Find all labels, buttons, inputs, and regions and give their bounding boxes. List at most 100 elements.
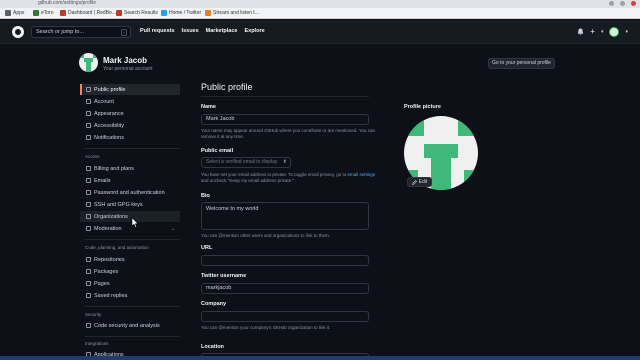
twitter-field[interactable]: markjacob: [201, 283, 369, 294]
chevron-down-icon[interactable]: ▾: [601, 29, 604, 35]
company-note: You can @mention your company's GitHub o…: [201, 325, 331, 330]
nav-marketplace[interactable]: Marketplace: [206, 28, 238, 34]
search-input[interactable]: Search or jump to... /: [31, 26, 131, 38]
mouse-cursor-icon: [131, 217, 139, 228]
sidebar-divider: [85, 336, 180, 337]
sidebar-item-password[interactable]: Password and authentication: [80, 187, 180, 198]
sidebar-item-code-security[interactable]: Code security and analysis: [80, 320, 180, 331]
select-arrows-icon: ⬍: [282, 159, 287, 165]
name-field[interactable]: Mark Jacob: [201, 114, 369, 125]
nav-pull-requests[interactable]: Pull requests: [140, 28, 175, 34]
search-placeholder: Search or jump to...: [36, 29, 84, 35]
public-email-label: Public email: [201, 148, 234, 154]
twitter-icon: [161, 10, 167, 16]
bookmark-etoro[interactable]: eToro: [33, 10, 54, 16]
sidebar-item-organizations[interactable]: Organizations: [80, 211, 180, 222]
browser-icon: [86, 281, 91, 286]
redbubble-icon: [60, 10, 66, 16]
bell-icon: [86, 135, 91, 140]
bio-label: Bio: [201, 193, 210, 199]
sidebar-item-account[interactable]: Account: [80, 96, 180, 107]
header-actions: + ▾ ▾: [577, 27, 628, 37]
bio-note: You can @mention other users and organiz…: [201, 233, 330, 238]
email-note: You have set your email address to priva…: [201, 172, 376, 183]
person-icon: [86, 87, 91, 92]
sidebar-item-packages[interactable]: Packages: [80, 266, 180, 277]
sidebar-item-saved-replies[interactable]: Saved replies: [80, 290, 180, 301]
pencil-icon: [411, 179, 417, 185]
browser-profile-icon[interactable]: [631, 1, 636, 6]
bookmark-stream[interactable]: Stream and listen t...: [205, 10, 259, 16]
sidebar-heading-integrations: Integrations: [85, 341, 109, 346]
credit-card-icon: [86, 166, 91, 171]
url-label: URL: [201, 245, 213, 251]
chevron-down-icon[interactable]: ▾: [625, 29, 628, 35]
sidebar-item-emails[interactable]: Emails: [80, 175, 180, 186]
reply-icon: [86, 293, 91, 298]
company-field[interactable]: [201, 311, 369, 322]
go-to-profile-button[interactable]: Go to your personal profile: [488, 58, 555, 69]
public-email-select[interactable]: Select a verified email to display ⬍: [201, 157, 291, 168]
bookmark-apps[interactable]: Apps: [5, 10, 24, 16]
avatar: [79, 53, 98, 72]
sidebar-divider: [85, 239, 180, 240]
soundcloud-icon: [205, 10, 211, 16]
name-label: Name: [201, 104, 216, 110]
os-taskbar: [0, 356, 640, 360]
mail-icon: [86, 178, 91, 183]
gear-icon: [86, 99, 91, 104]
sidebar-item-appearance[interactable]: Appearance: [80, 108, 180, 119]
sidebar-item-pages[interactable]: Pages: [80, 278, 180, 289]
nav-explore[interactable]: Explore: [244, 28, 264, 34]
bookmark-twitter[interactable]: Home / Twitter: [161, 10, 201, 16]
location-label: Location: [201, 344, 224, 350]
avatar[interactable]: [609, 27, 620, 37]
profile-name[interactable]: Mark Jacob: [103, 56, 147, 65]
email-settings-link[interactable]: email settings: [348, 172, 376, 177]
extension-icon[interactable]: [620, 1, 625, 6]
company-label: Company: [201, 301, 227, 307]
github-header: Search or jump to... / Pull requests Iss…: [0, 20, 640, 44]
nav-issues[interactable]: Issues: [182, 28, 199, 34]
sidebar-item-public-profile[interactable]: Public profile: [80, 84, 180, 95]
bio-textarea[interactable]: Welcome to my world: [201, 202, 369, 230]
plus-icon[interactable]: +: [590, 28, 595, 36]
shield-lock-icon: [86, 190, 91, 195]
slash-key-icon: /: [121, 29, 127, 36]
sidebar-item-billing[interactable]: Billing and plans: [80, 163, 180, 174]
edit-picture-button[interactable]: Edit: [407, 177, 432, 187]
browser-tab-bar: github.com/settings/profile: [0, 0, 640, 8]
address-bar[interactable]: github.com/settings/profile: [38, 0, 96, 6]
sidebar-item-notifications[interactable]: Notifications: [80, 132, 180, 143]
etoro-icon: [33, 10, 39, 16]
codescan-icon: [86, 323, 91, 328]
chevron-down-icon: ⌄: [170, 225, 175, 232]
public-email-placeholder: Select a verified email to display: [206, 159, 278, 165]
report-icon: [86, 226, 91, 231]
sidebar-item-repositories[interactable]: Repositories: [80, 254, 180, 265]
organization-icon: [86, 214, 91, 219]
github-logo-icon[interactable]: [12, 26, 24, 38]
extension-icon[interactable]: [609, 1, 614, 6]
name-note: Your name may appear around GitHub where…: [201, 128, 375, 139]
bookmarks-bar: Apps eToro Dashboard | RedBo... Search R…: [0, 8, 640, 19]
bookmark-dashboard[interactable]: Dashboard | RedBo...: [60, 10, 116, 16]
sidebar-item-moderation[interactable]: Moderation ⌄: [80, 223, 180, 234]
apps-grid-icon: [5, 10, 11, 16]
url-field[interactable]: [201, 255, 369, 266]
profile-subtitle: Your personal account: [103, 66, 153, 72]
sidebar-item-ssh-keys[interactable]: SSH and GPG keys: [80, 199, 180, 210]
browser-controls: [609, 1, 636, 6]
accessibility-icon: [86, 123, 91, 128]
sidebar-heading-code: Code, planning, and automation: [85, 245, 149, 250]
profile-picture-label: Profile picture: [404, 104, 441, 110]
sidebar-heading-security: Security: [85, 312, 102, 317]
sidebar-item-accessibility[interactable]: Accessibility: [80, 120, 180, 131]
sidebar-heading-access: Access: [85, 154, 100, 159]
bookmark-search-results[interactable]: Search Results: [116, 10, 158, 16]
search-results-icon: [116, 10, 122, 16]
bell-icon[interactable]: [577, 28, 584, 36]
twitter-label: Twitter username: [201, 273, 247, 279]
sidebar-divider: [85, 306, 180, 307]
title-divider: [201, 96, 369, 97]
